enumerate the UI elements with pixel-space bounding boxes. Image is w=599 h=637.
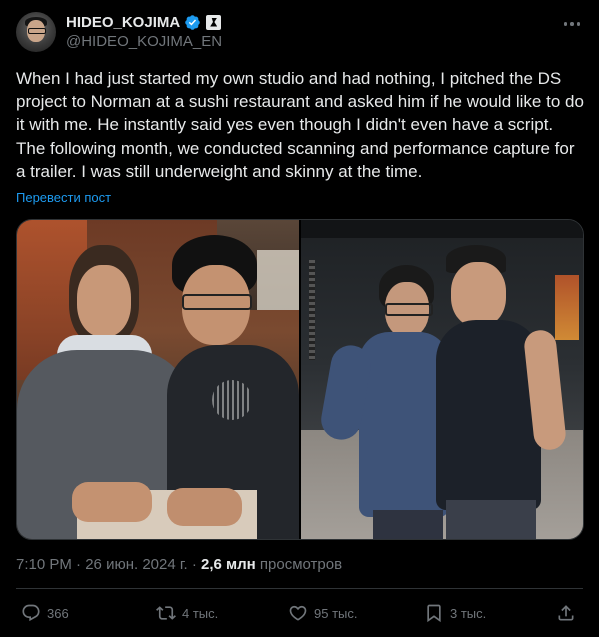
avatar[interactable] [16, 12, 56, 52]
reply-icon [22, 604, 40, 622]
affiliate-badge-icon[interactable] [206, 14, 222, 30]
media-grid [16, 219, 584, 540]
bookmark-count: 3 тыс. [450, 605, 487, 621]
photo-studio[interactable] [301, 220, 583, 539]
photo-restaurant[interactable] [17, 220, 299, 539]
bookmark-button[interactable]: 3 тыс. [424, 600, 486, 626]
tweet-date[interactable]: 26 июн. 2024 г. [85, 556, 187, 573]
tweet-time[interactable]: 7:10 PM [16, 556, 72, 573]
display-name[interactable]: HIDEO_KOJIMA [66, 14, 180, 31]
divider [16, 588, 583, 589]
repost-icon [156, 606, 176, 620]
verified-icon[interactable] [184, 14, 201, 31]
action-bar: 366 4 тыс. 95 тыс. 3 тыс. [0, 600, 599, 626]
tweet-text: When I had just started my own studio an… [16, 69, 584, 181]
timestamp-row: 7:10 PM · 26 июн. 2024 г. · 2,6 млн прос… [16, 556, 343, 573]
repost-button[interactable]: 4 тыс. [156, 600, 218, 626]
translate-link[interactable]: Перевести пост [16, 190, 111, 205]
repost-count: 4 тыс. [182, 605, 219, 621]
author-name-row: HIDEO_KOJIMA [66, 13, 222, 31]
views-label: просмотров [259, 556, 343, 573]
reply-count: 366 [47, 605, 69, 621]
tweet: HIDEO_KOJIMA @HIDEO_KOJIMA_EN When I had… [0, 0, 599, 637]
like-icon [289, 605, 307, 621]
bookmark-icon [427, 604, 441, 623]
reply-button[interactable]: 366 [21, 600, 69, 626]
avatar-glasses [28, 28, 46, 34]
more-icon[interactable] [560, 12, 584, 36]
share-icon [558, 605, 574, 621]
handle[interactable]: @HIDEO_KOJIMA_EN [66, 33, 222, 50]
views-count: 2,6 млн [201, 556, 256, 573]
like-count: 95 тыс. [314, 605, 358, 621]
share-button[interactable] [556, 600, 576, 626]
like-button[interactable]: 95 тыс. [288, 600, 357, 626]
